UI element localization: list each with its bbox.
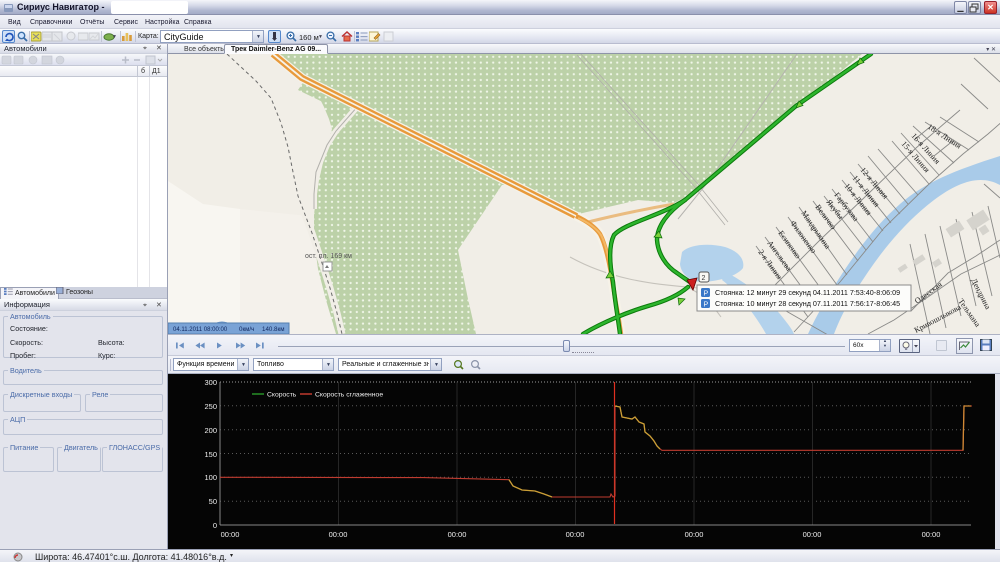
svg-text:00:00: 00:00 bbox=[803, 530, 822, 539]
svg-text:140.8км: 140.8км bbox=[262, 326, 284, 333]
svg-text:ост. пл. 169 км: ост. пл. 169 км bbox=[305, 253, 352, 260]
svg-text:00:00: 00:00 bbox=[448, 530, 467, 539]
svg-text:P: P bbox=[704, 291, 709, 298]
svg-text:Скорость сглаженное: Скорость сглаженное bbox=[315, 392, 383, 399]
svg-text:Скорость: Скорость bbox=[267, 392, 297, 399]
svg-text:0км/ч: 0км/ч bbox=[239, 326, 254, 333]
svg-text:150: 150 bbox=[204, 450, 217, 459]
svg-text:00:00: 00:00 bbox=[566, 530, 585, 539]
svg-text:2: 2 bbox=[702, 275, 706, 282]
svg-text:Стоянка: 12 минут 29 секунд 04: Стоянка: 12 минут 29 секунд 04.11.2011 7… bbox=[715, 288, 900, 297]
svg-text:0: 0 bbox=[213, 521, 217, 530]
svg-text:P: P bbox=[704, 302, 709, 309]
svg-text:00:00: 00:00 bbox=[685, 530, 704, 539]
svg-text:Стоянка: 10 минут 28 секунд 07: Стоянка: 10 минут 28 секунд 07.11.2011 7… bbox=[715, 299, 900, 308]
svg-text:100: 100 bbox=[204, 473, 217, 482]
svg-text:200: 200 bbox=[204, 426, 217, 435]
svg-text:04.11.2011 08:00:00: 04.11.2011 08:00:00 bbox=[173, 327, 228, 333]
svg-text:300: 300 bbox=[204, 378, 217, 387]
svg-text:250: 250 bbox=[204, 402, 217, 411]
svg-text:00:00: 00:00 bbox=[922, 530, 941, 539]
svg-text:00:00: 00:00 bbox=[329, 530, 348, 539]
svg-text:50: 50 bbox=[209, 497, 217, 506]
svg-text:00:00: 00:00 bbox=[221, 530, 240, 539]
